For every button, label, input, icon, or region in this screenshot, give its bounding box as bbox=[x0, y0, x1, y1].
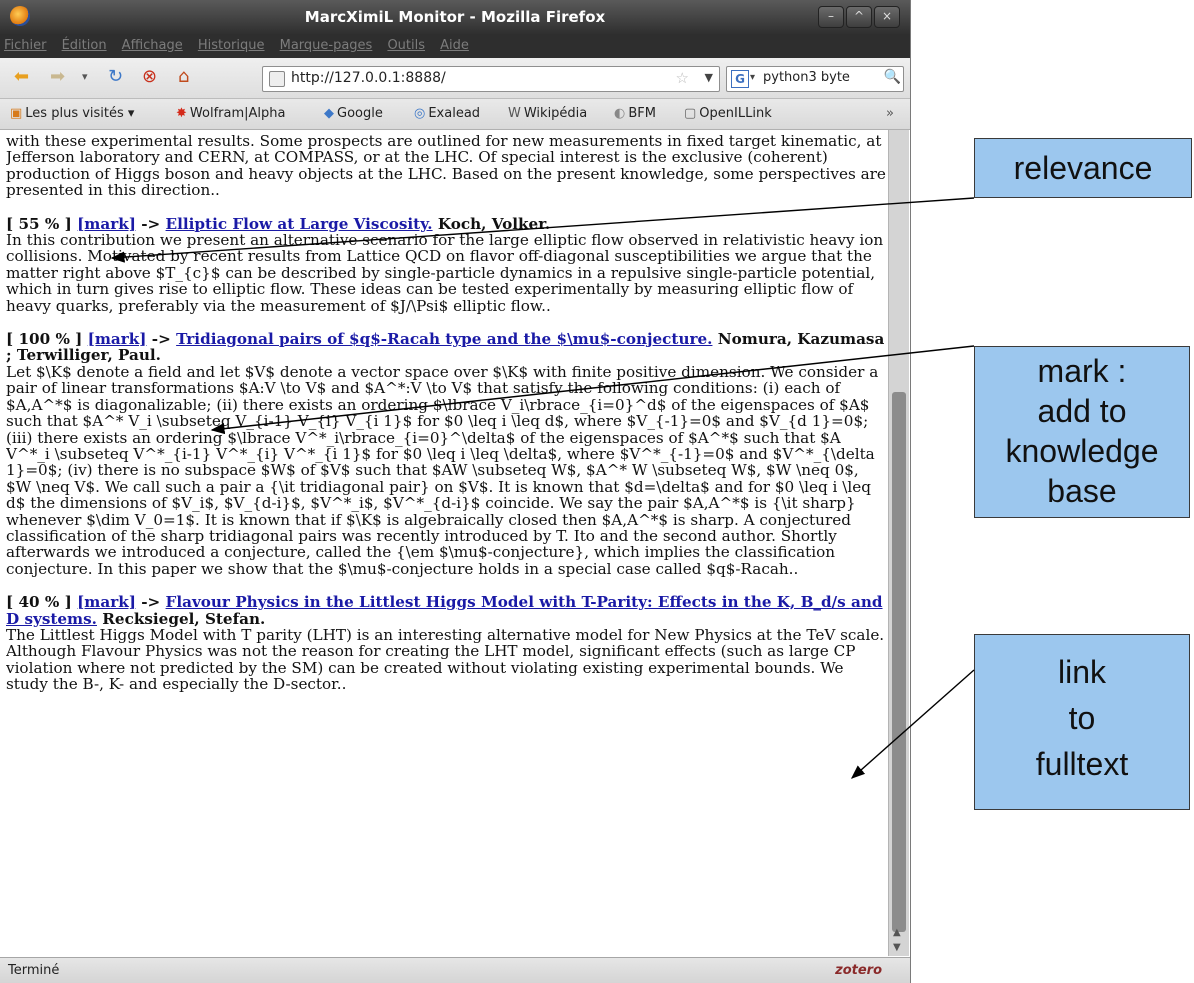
mark-arrow bbox=[210, 345, 975, 435]
fulltext-arrow bbox=[850, 669, 975, 779]
annotation-arrows bbox=[110, 197, 975, 779]
relevance-arrow bbox=[110, 197, 975, 263]
